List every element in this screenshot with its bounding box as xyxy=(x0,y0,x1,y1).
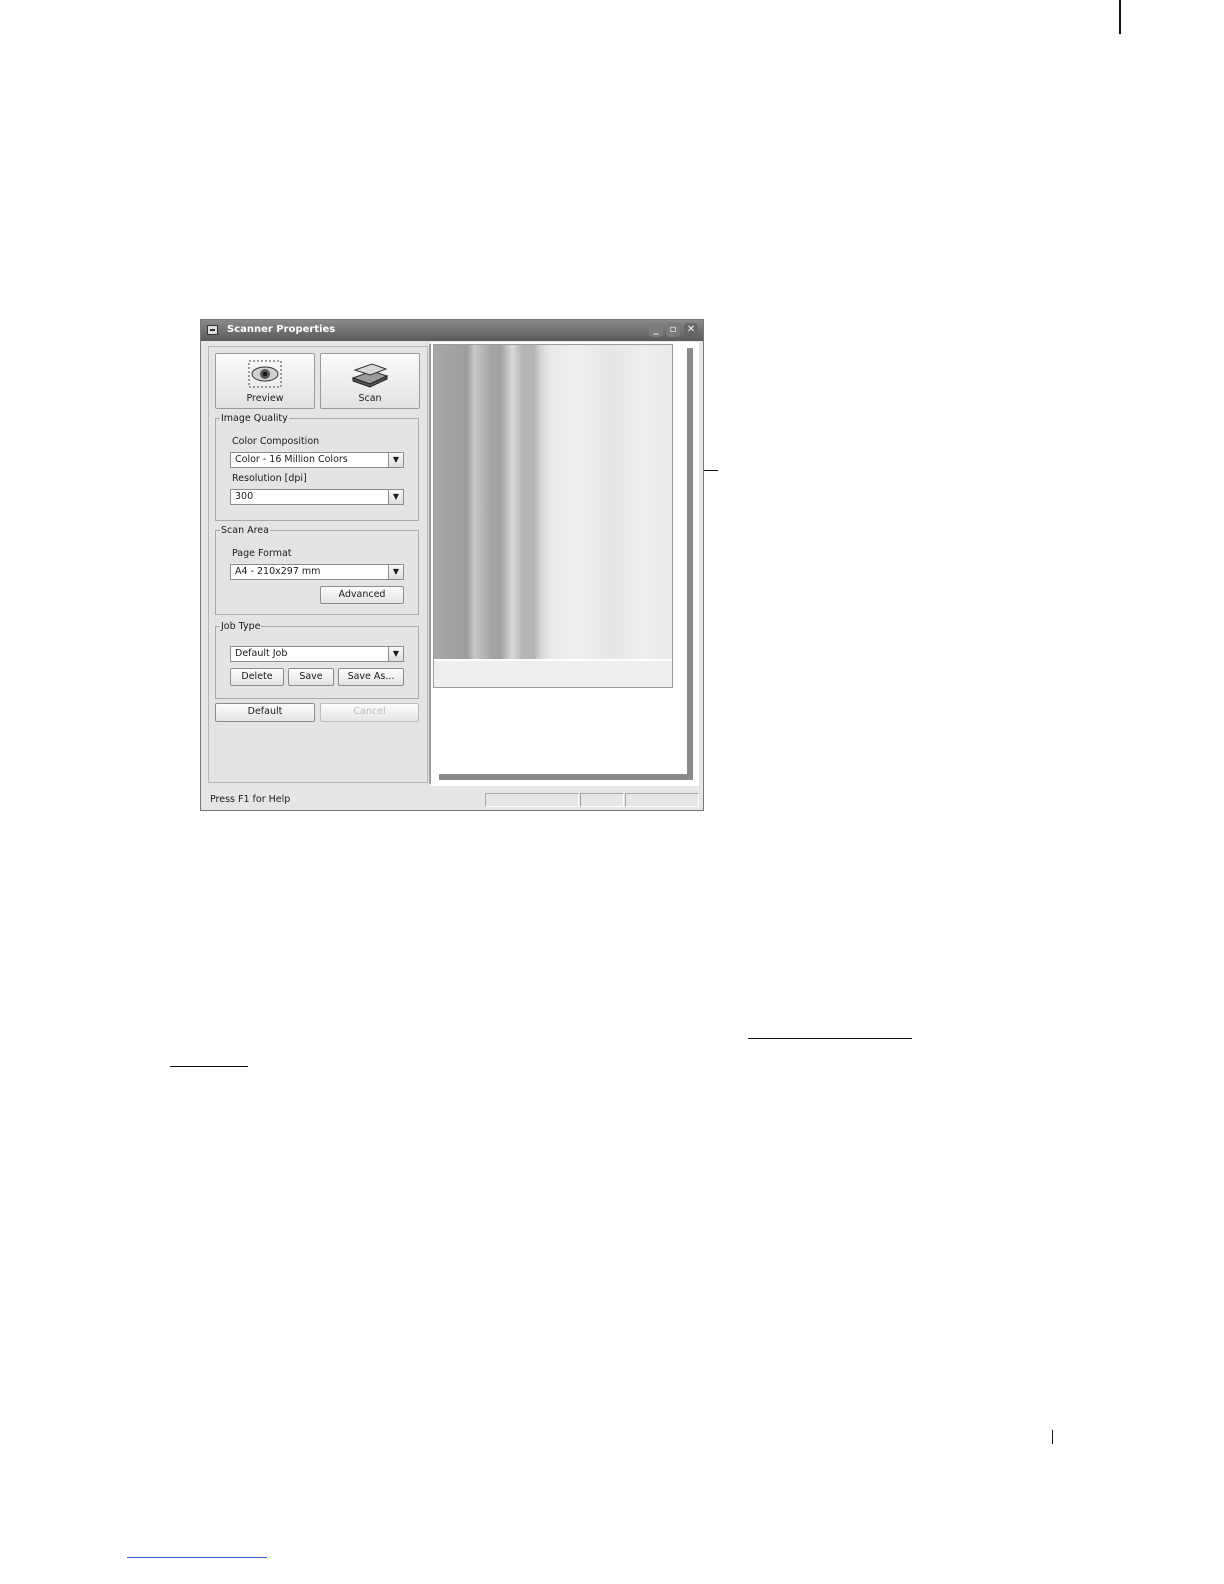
save-button[interactable]: Save xyxy=(288,668,334,686)
page-format-label: Page Format xyxy=(232,548,292,559)
chevron-down-icon: ▼ xyxy=(388,490,403,504)
footer-rule xyxy=(127,1557,267,1558)
job-type-select[interactable]: Default Job ▼ xyxy=(230,646,404,662)
job-type-value: Default Job xyxy=(235,648,288,659)
resolution-value: 300 xyxy=(235,491,254,502)
job-type-group: Job Type Default Job ▼ Delete Save Save … xyxy=(215,621,419,699)
app-icon xyxy=(207,325,218,335)
preview-image-edge xyxy=(434,659,672,687)
flatbed-scanner-icon xyxy=(321,360,419,391)
preview-area[interactable] xyxy=(431,342,699,786)
underline-rule-1 xyxy=(748,1038,912,1039)
top-rule xyxy=(1119,0,1121,34)
job-type-legend: Job Type xyxy=(221,621,261,632)
vertical-scrollbar[interactable] xyxy=(687,348,693,778)
status-cell-1 xyxy=(485,793,579,807)
title-bar: Scanner Properties _ ▫ ✕ xyxy=(201,320,703,341)
color-composition-value: Color - 16 Million Colors xyxy=(235,454,348,465)
save-as-button[interactable]: Save As... xyxy=(338,668,404,686)
preview-button[interactable]: Preview xyxy=(215,353,315,409)
settings-panel: Preview Scan Image Quality Color Composi… xyxy=(208,346,428,783)
image-quality-legend: Image Quality xyxy=(221,413,288,424)
scan-button[interactable]: Scan xyxy=(320,353,420,409)
status-bar: Press F1 for Help xyxy=(201,790,703,810)
color-composition-select[interactable]: Color - 16 Million Colors ▼ xyxy=(230,452,404,468)
cancel-button[interactable]: Cancel xyxy=(320,703,419,722)
resolution-select[interactable]: 300 ▼ xyxy=(230,489,404,505)
status-cell-3 xyxy=(625,793,699,807)
default-button[interactable]: Default xyxy=(215,703,315,722)
chevron-down-icon: ▼ xyxy=(388,647,403,661)
eye-icon xyxy=(216,360,314,391)
status-text: Press F1 for Help xyxy=(210,794,291,805)
image-quality-group: Image Quality Color Composition Color - … xyxy=(215,413,419,521)
close-button[interactable]: ✕ xyxy=(684,323,698,337)
maximize-button[interactable]: ▫ xyxy=(666,323,680,337)
scan-area-group: Scan Area Page Format A4 - 210x297 mm ▼ … xyxy=(215,525,419,615)
chevron-down-icon: ▼ xyxy=(388,453,403,467)
advanced-button[interactable]: Advanced xyxy=(320,586,404,604)
color-composition-label: Color Composition xyxy=(232,436,320,447)
preview-image[interactable] xyxy=(433,344,673,688)
delete-button[interactable]: Delete xyxy=(230,668,284,686)
scan-label: Scan xyxy=(358,393,382,404)
status-cell-2 xyxy=(580,793,624,807)
chevron-down-icon: ▼ xyxy=(388,565,403,579)
page-format-select[interactable]: A4 - 210x297 mm ▼ xyxy=(230,564,404,580)
horizontal-scrollbar[interactable] xyxy=(439,774,693,780)
resolution-label: Resolution [dpi] xyxy=(232,473,307,484)
preview-label: Preview xyxy=(246,393,284,404)
page-format-value: A4 - 210x297 mm xyxy=(235,566,321,577)
scan-area-legend: Scan Area xyxy=(221,525,269,536)
minimize-button[interactable]: _ xyxy=(649,323,663,337)
underline-rule-2 xyxy=(170,1066,248,1067)
scanner-properties-window: Scanner Properties _ ▫ ✕ Preview Scan Im… xyxy=(200,319,704,811)
window-title: Scanner Properties xyxy=(227,324,336,335)
page-margin-mark xyxy=(1052,1430,1053,1444)
